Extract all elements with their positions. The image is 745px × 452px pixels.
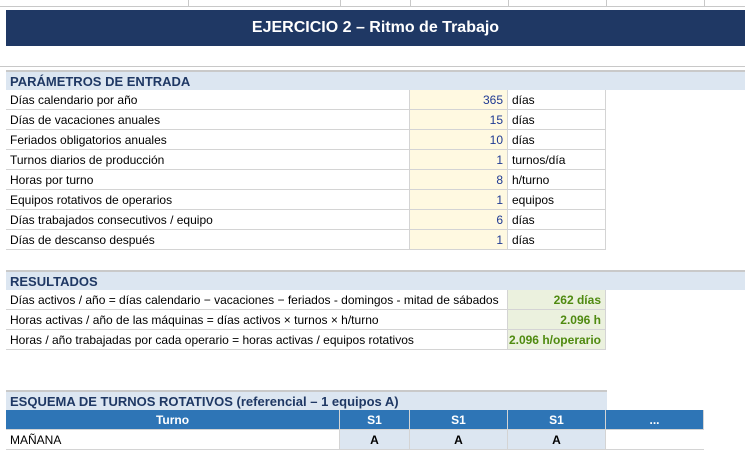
result-row: Horas activas / año de las máquinas = dí…	[6, 310, 606, 330]
result-value[interactable]: 262 días	[508, 290, 606, 310]
param-unit[interactable]: días	[508, 110, 606, 130]
param-unit[interactable]: días	[508, 90, 606, 110]
result-value[interactable]: 2.096 h	[508, 310, 606, 330]
param-row: Días de vacaciones anuales 15 días	[6, 110, 606, 130]
param-value-input[interactable]: 1	[410, 230, 508, 250]
param-value-input[interactable]: 1	[410, 190, 508, 210]
result-label[interactable]: Días activos / año = días calendario − v…	[6, 290, 508, 310]
param-unit[interactable]: días	[508, 210, 606, 230]
schedule-row-manana: MAÑANA A A A	[6, 430, 704, 450]
param-unit[interactable]: días	[508, 230, 606, 250]
header-s1-a[interactable]: S1	[340, 410, 410, 430]
shift-label[interactable]: MAÑANA	[6, 430, 340, 450]
param-value-input[interactable]: 15	[410, 110, 508, 130]
param-label[interactable]: Feriados obligatorios anuales	[6, 130, 410, 150]
result-row: Días activos / año = días calendario − v…	[6, 290, 606, 310]
params-heading[interactable]: PARÁMETROS DE ENTRADA	[6, 70, 745, 90]
column-header-strip	[0, 0, 745, 7]
param-row: Días de descanso después 1 días	[6, 230, 606, 250]
param-label[interactable]: Equipos rotativos de operarios	[6, 190, 410, 210]
empty-cell[interactable]	[606, 430, 704, 450]
param-row: Días trabajados consecutivos / equipo 6 dí…	[6, 210, 606, 230]
header-s1-c[interactable]: S1	[508, 410, 606, 430]
shift-cell[interactable]: A	[410, 430, 508, 450]
param-unit[interactable]: turnos/día	[508, 150, 606, 170]
param-row: Turnos diarios de producción 1 turnos/día	[6, 150, 606, 170]
sheet-title[interactable]: EJERCICIO 2 – Ritmo de Trabajo	[6, 10, 745, 46]
param-unit[interactable]: h/turno	[508, 170, 606, 190]
header-more[interactable]: ...	[606, 410, 704, 430]
param-value-input[interactable]: 1	[410, 150, 508, 170]
param-label[interactable]: Horas por turno	[6, 170, 410, 190]
results-heading[interactable]: RESULTADOS	[6, 270, 745, 290]
result-row: Horas / año trabajadas por cada operario…	[6, 330, 606, 350]
schedule-header-row: Turno S1 S1 S1 ...	[6, 410, 704, 430]
param-label[interactable]: Días trabajados consecutivos / equipo	[6, 210, 410, 230]
result-value[interactable]: 2.096 h/operario	[508, 330, 606, 350]
param-label[interactable]: Turnos diarios de producción	[6, 150, 410, 170]
divider	[0, 66, 745, 67]
param-value-input[interactable]: 10	[410, 130, 508, 150]
param-label[interactable]: Días de vacaciones anuales	[6, 110, 410, 130]
param-label[interactable]: Días de descanso después	[6, 230, 410, 250]
param-unit[interactable]: equipos	[508, 190, 606, 210]
param-value-input[interactable]: 6	[410, 210, 508, 230]
shift-cell[interactable]: A	[508, 430, 606, 450]
param-label[interactable]: Días calendario por año	[6, 90, 410, 110]
shift-cell[interactable]: A	[340, 430, 410, 450]
param-value-input[interactable]: 8	[410, 170, 508, 190]
param-row: Feriados obligatorios anuales 10 días	[6, 130, 606, 150]
param-row: Días calendario por año 365 días	[6, 90, 606, 110]
result-label[interactable]: Horas / año trabajadas por cada operario…	[6, 330, 508, 350]
result-label[interactable]: Horas activas / año de las máquinas = dí…	[6, 310, 508, 330]
schedule-heading[interactable]: ESQUEMA DE TURNOS ROTATIVOS (referencial…	[6, 390, 607, 410]
header-turno[interactable]: Turno	[6, 410, 340, 430]
param-row: Horas por turno 8 h/turno	[6, 170, 606, 190]
param-unit[interactable]: días	[508, 130, 606, 150]
header-s1-b[interactable]: S1	[410, 410, 508, 430]
param-value-input[interactable]: 365	[410, 90, 508, 110]
param-row: Equipos rotativos de operarios 1 equipos	[6, 190, 606, 210]
